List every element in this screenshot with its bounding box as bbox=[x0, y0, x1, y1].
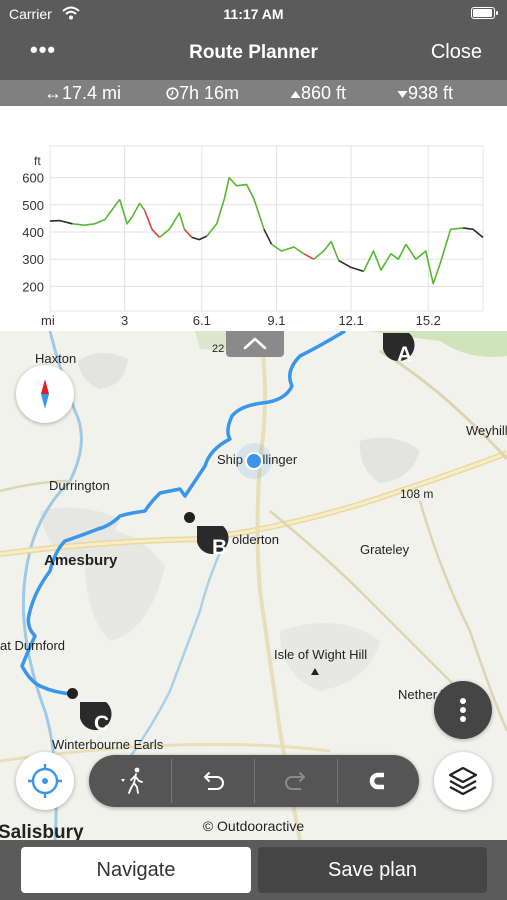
ascent-arrow-icon bbox=[290, 91, 301, 98]
navigation-bar: ••• Route Planner Close bbox=[0, 30, 507, 74]
urban-area bbox=[78, 352, 128, 389]
x-tick-label: 12.1 bbox=[338, 313, 363, 328]
elevation-segment-flat bbox=[462, 227, 484, 239]
waypoint-a-marker[interactable]: A bbox=[370, 331, 430, 379]
snap-to-route-button[interactable] bbox=[338, 755, 420, 807]
locate-me-button[interactable] bbox=[16, 752, 74, 810]
elevation-segment-up bbox=[362, 243, 407, 272]
save-plan-button[interactable]: Save plan bbox=[258, 847, 487, 893]
redo-button[interactable] bbox=[255, 755, 337, 807]
y-tick-label: 400 bbox=[22, 225, 44, 240]
duration-stat: 7h 16m bbox=[166, 83, 239, 104]
elevation-segment-down bbox=[143, 209, 161, 238]
urban-area bbox=[359, 437, 420, 483]
route-edit-toolbar bbox=[89, 755, 419, 807]
y-tick-label: 500 bbox=[22, 198, 44, 213]
compass-icon bbox=[41, 379, 49, 409]
distance-stat: ↔17.4 mi bbox=[44, 83, 122, 103]
close-button[interactable]: Close bbox=[431, 41, 482, 64]
place-amesbury: Amesbury bbox=[44, 552, 118, 569]
place-durrington: Durrington bbox=[49, 478, 110, 493]
waypoint-c-marker[interactable]: C bbox=[67, 688, 127, 748]
elevation-segment-down bbox=[303, 253, 315, 260]
x-tick-label: 3 bbox=[121, 313, 128, 328]
map-copyright[interactable]: © Outdooractive bbox=[0, 818, 507, 834]
elevation-label: 108 m bbox=[400, 487, 434, 501]
route-map[interactable]: Haxton Durrington Amesbury at Durnford W… bbox=[0, 331, 507, 840]
elevation-segment-up bbox=[158, 212, 186, 239]
status-bar: Carrier 11:17 AM bbox=[0, 0, 507, 28]
place-isle-of-wight-hill: Isle of Wight Hill bbox=[274, 647, 368, 662]
place-durnford: at Durnford bbox=[0, 638, 66, 653]
duration-value: 7h 16m bbox=[179, 83, 240, 103]
redo-icon bbox=[285, 772, 306, 790]
elevation-segment-down bbox=[183, 228, 193, 238]
map-more-options-button[interactable] bbox=[434, 681, 492, 739]
y-tick-label: 600 bbox=[22, 171, 44, 186]
hiker-icon bbox=[121, 767, 143, 794]
elevation-segment-up bbox=[206, 176, 265, 237]
collapse-chart-button[interactable] bbox=[226, 331, 284, 357]
ascent-stat: 860 ft bbox=[290, 83, 346, 104]
undo-button[interactable] bbox=[172, 755, 254, 807]
elevation-segment-up bbox=[313, 240, 340, 261]
elevation-segment-flat bbox=[191, 235, 208, 241]
vertical-dots-icon bbox=[460, 698, 466, 722]
x-tick-label: 6.1 bbox=[193, 313, 211, 328]
elevation-segment-up bbox=[450, 227, 464, 231]
compass-button[interactable] bbox=[16, 365, 74, 423]
crosshair-icon bbox=[28, 764, 62, 798]
descent-arrow-icon bbox=[397, 91, 408, 98]
elevation-profile-chart[interactable]: 600 500 400 300 200 3 6.1 9.1 12.1 15.2 ft mi bbox=[0, 106, 507, 331]
route-stats-bar: ↔17.4 mi 7h 16m 860 ft 938 ft bbox=[0, 80, 507, 106]
y-tick-label: 200 bbox=[22, 279, 44, 294]
layers-icon bbox=[448, 766, 478, 796]
clock-icon bbox=[166, 87, 179, 100]
chevron-up-icon bbox=[243, 337, 267, 350]
navigate-button[interactable]: Navigate bbox=[21, 847, 251, 893]
bottom-action-bar: Navigate Save plan bbox=[0, 840, 507, 900]
waypoint-c-label: C bbox=[94, 712, 110, 735]
y-tick-label: 300 bbox=[22, 252, 44, 267]
map-layers-button[interactable] bbox=[434, 752, 492, 810]
x-axis-unit: mi bbox=[41, 313, 55, 328]
x-tick-label: 15.2 bbox=[416, 313, 441, 328]
user-location-marker bbox=[236, 443, 272, 479]
descent-stat: 938 ft bbox=[397, 83, 453, 104]
descent-value: 938 ft bbox=[408, 83, 454, 103]
ascent-value: 860 ft bbox=[301, 83, 347, 103]
y-axis-unit: ft bbox=[34, 154, 41, 168]
activity-type-button[interactable] bbox=[89, 755, 171, 807]
waypoint-a-label: A bbox=[397, 343, 413, 366]
road-number: 22 bbox=[212, 343, 225, 355]
clock: 11:17 AM bbox=[223, 6, 284, 22]
x-tick-label: 9.1 bbox=[267, 313, 285, 328]
elevation-segment-flat bbox=[49, 219, 73, 225]
place-haxton: Haxton bbox=[35, 351, 77, 366]
elevation-chart-svg: 600 500 400 300 200 3 6.1 9.1 12.1 15.2 ft mi bbox=[22, 145, 484, 328]
undo-icon bbox=[203, 772, 224, 790]
place-weyhill: Weyhill bbox=[466, 423, 507, 438]
magnet-icon bbox=[369, 772, 384, 790]
elevation-segment-up bbox=[72, 198, 121, 226]
elevation-segment-up bbox=[118, 199, 146, 225]
place-grateley: Grateley bbox=[360, 542, 410, 557]
waypoint-b-label: B bbox=[212, 536, 228, 559]
waypoint-b-marker[interactable]: B bbox=[184, 512, 244, 572]
top-bar: Carrier 11:17 AM ••• Route Planner Close bbox=[0, 0, 507, 80]
battery-icon bbox=[471, 7, 498, 19]
